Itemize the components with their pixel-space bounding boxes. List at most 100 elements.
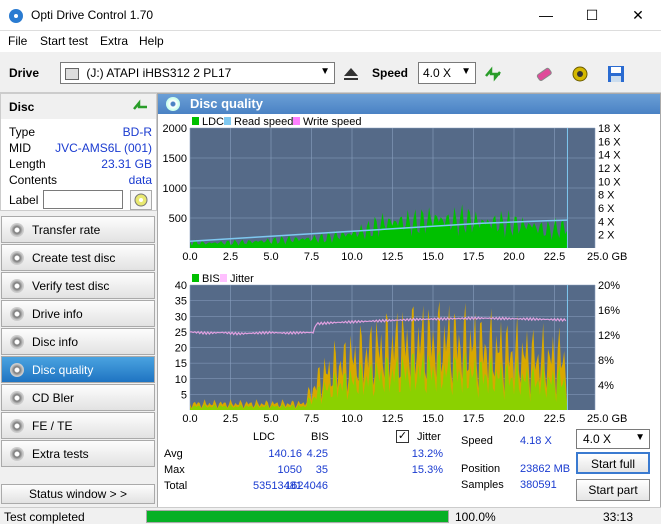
chevron-down-icon: ▼ bbox=[320, 66, 330, 77]
save-button[interactable] bbox=[603, 61, 629, 87]
progress-bar bbox=[146, 510, 449, 523]
status-window-button[interactable]: Status window > > bbox=[1, 484, 155, 504]
bis-x-tick: 22.5 bbox=[544, 413, 565, 425]
disc-label-input[interactable] bbox=[43, 190, 123, 209]
drive-select-value: (J:) ATAPI iHBS312 2 PL17 bbox=[86, 66, 232, 80]
disc-icon bbox=[10, 278, 24, 293]
menu-bar: File Start test Extra Help bbox=[0, 31, 661, 52]
ldc-y-tick: 1500 bbox=[163, 153, 187, 165]
eject-button[interactable] bbox=[338, 61, 364, 87]
menu-extra[interactable]: Extra bbox=[100, 34, 128, 48]
legend-ldc-swatch bbox=[192, 117, 199, 125]
position-label: Position bbox=[461, 463, 501, 475]
nav-disc-quality[interactable]: Disc quality bbox=[1, 356, 155, 383]
ldc-y-ticks-left: 2000 1500 1000 500 bbox=[163, 123, 187, 225]
max-jitter: 15.3% bbox=[411, 464, 443, 476]
ldc-y-tick: 2000 bbox=[163, 123, 187, 135]
legend-write-swatch bbox=[293, 117, 300, 125]
nav-extra-tests[interactable]: Extra tests bbox=[1, 440, 155, 467]
disc-row-contents: Contents data bbox=[9, 173, 152, 187]
nav-transfer-rate[interactable]: Transfer rate bbox=[1, 216, 155, 243]
jitter-label: Jitter bbox=[417, 431, 441, 443]
legend-jitter: Jitter bbox=[230, 273, 254, 285]
nav-drive-info[interactable]: Drive info bbox=[1, 300, 155, 327]
legend-ldc: LDC bbox=[202, 116, 224, 128]
ldc-y2-tick: 14 X bbox=[598, 150, 621, 162]
bis-y-tick: 40 bbox=[175, 280, 187, 292]
gear-icon bbox=[572, 66, 588, 82]
legend-bis-swatch bbox=[192, 274, 199, 282]
legend-jitter-swatch bbox=[220, 274, 227, 282]
status-text: Test completed bbox=[4, 510, 85, 524]
bis-y2-tick: 20% bbox=[598, 280, 620, 292]
nav-disc-info[interactable]: Disc info bbox=[1, 328, 155, 355]
ldc-y2-tick: 4 X bbox=[598, 216, 615, 228]
avg-bis: 4.25 bbox=[306, 448, 328, 460]
bis-y-ticks-left: 40 35 30 25 20 15 10 5 bbox=[175, 280, 187, 401]
avg-label: Avg bbox=[164, 448, 183, 460]
bis-y-tick: 10 bbox=[175, 374, 187, 386]
disc-label-key: Label bbox=[9, 193, 39, 207]
bis-y-tick: 25 bbox=[175, 327, 187, 339]
nav-fe-te[interactable]: FE / TE bbox=[1, 412, 155, 439]
bis-x-tick: 15.0 bbox=[422, 413, 443, 425]
avg-jitter: 13.2% bbox=[411, 448, 443, 460]
disc-quality-panel: Disc quality 0.0 2.5 5.0 7.5 10.0 12.5 15.0 17.… bbox=[157, 93, 661, 507]
nav-create-test-disc[interactable]: Create test disc bbox=[1, 244, 155, 271]
drive-icon bbox=[65, 67, 79, 80]
disc-icon bbox=[10, 250, 24, 265]
bis-y-tick: 15 bbox=[175, 358, 187, 370]
legend-read-speed: Read speed bbox=[234, 116, 293, 128]
bis-y2-tick: 8% bbox=[598, 355, 614, 367]
minimize-button[interactable]: — bbox=[523, 0, 569, 31]
close-button[interactable]: ✕ bbox=[615, 0, 661, 31]
charts-area: 0.0 2.5 5.0 7.5 10.0 12.5 15.0 17.5 20.0 22.5 25.0… bbox=[163, 116, 628, 425]
disc-icon bbox=[10, 334, 24, 349]
disc-refresh-button[interactable] bbox=[129, 96, 153, 118]
settings-button[interactable] bbox=[567, 61, 593, 87]
disc-icon bbox=[10, 306, 24, 321]
drive-select[interactable]: (J:) ATAPI iHBS312 2 PL17 ▼ bbox=[60, 62, 335, 84]
disc-label-button[interactable] bbox=[130, 190, 152, 210]
col-ldc-header: LDC bbox=[253, 431, 276, 443]
ldc-y-ticks-right: 18 X16 X 14 X12 X10 X 8 X6 X4 X 2 X bbox=[598, 123, 621, 242]
ldc-y2-tick: 16 X bbox=[598, 136, 621, 148]
nav-verify-test-disc[interactable]: Verify test disc bbox=[1, 272, 155, 299]
start-part-button[interactable]: Start part bbox=[576, 479, 650, 501]
legend-bis: BIS bbox=[202, 273, 220, 285]
panel-title: Disc quality bbox=[190, 96, 263, 111]
bis-x-tick: 25.0 GB bbox=[587, 413, 627, 425]
speed-select[interactable]: 4.0 X ▼ bbox=[418, 62, 476, 84]
test-speed-value: 4.0 X bbox=[583, 432, 612, 446]
menu-file[interactable]: File bbox=[8, 34, 27, 48]
col-bis-header: BIS bbox=[311, 431, 329, 443]
test-speed-select[interactable]: 4.0 X ▼ bbox=[576, 429, 650, 449]
ldc-x-tick: 25.0 GB bbox=[587, 251, 627, 263]
menu-start-test[interactable]: Start test bbox=[40, 34, 88, 48]
disc-icon bbox=[10, 446, 24, 461]
menu-help[interactable]: Help bbox=[139, 34, 164, 48]
disc-icon bbox=[10, 222, 24, 237]
refresh-speed-button[interactable] bbox=[480, 61, 506, 87]
chevron-down-icon: ▼ bbox=[461, 66, 471, 77]
ldc-y2-tick: 2 X bbox=[598, 230, 615, 242]
ldc-x-tick: 10.0 bbox=[341, 251, 362, 263]
bis-y-ticks-right: 20% 16% 12% 8% 4% bbox=[598, 280, 620, 392]
bis-x-tick: 7.5 bbox=[304, 413, 319, 425]
start-full-button[interactable]: Start full bbox=[576, 452, 650, 474]
nav-cd-bler[interactable]: CD Bler bbox=[1, 384, 155, 411]
eject-icon bbox=[344, 68, 358, 80]
eraser-icon bbox=[536, 67, 552, 82]
bis-chart: 0.0 2.5 5.0 7.5 10.0 12.5 15.0 17.5 20.0 22.5 25.0… bbox=[175, 273, 628, 425]
ldc-x-tick: 20.0 bbox=[503, 251, 524, 263]
jitter-checkbox[interactable]: ✓ bbox=[396, 430, 409, 443]
max-bis: 35 bbox=[315, 464, 328, 476]
disc-icon bbox=[134, 193, 148, 207]
speed-stat-label: Speed bbox=[461, 435, 493, 447]
erase-button[interactable] bbox=[531, 61, 557, 87]
ldc-x-tick: 0.0 bbox=[182, 251, 197, 263]
refresh-icon bbox=[485, 66, 501, 82]
maximize-button[interactable]: ☐ bbox=[569, 0, 615, 31]
bis-x-tick: 12.5 bbox=[382, 413, 403, 425]
position-value: 23862 MB bbox=[520, 463, 571, 475]
